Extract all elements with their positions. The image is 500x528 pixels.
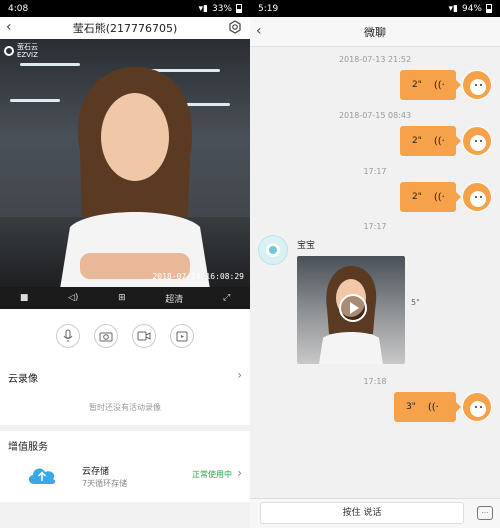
- ceiling-light: [10, 99, 60, 102]
- voice-message[interactable]: 3" ((·: [394, 392, 461, 422]
- voice-wave-icon: ((·: [427, 401, 439, 413]
- volume-icon[interactable]: ◁): [68, 293, 78, 303]
- voice-duration: 3": [406, 402, 416, 412]
- voice-wave-icon: ((·: [433, 191, 445, 203]
- empty-recording-note: 暂时还没有活动录像: [89, 403, 161, 412]
- service-subtitle: 7天循环存储: [82, 479, 128, 488]
- live-video-feed[interactable]: 萤石云 EZVIZ 2018-07-14 16:08:29: [0, 39, 250, 287]
- camera-icon[interactable]: [94, 324, 118, 348]
- value-added-title: 增值服务: [8, 442, 48, 453]
- status-time: 5:19: [258, 3, 279, 14]
- page-title: 莹石熊(217776705): [72, 22, 178, 35]
- message-timestamp: 2018-07-15 08:43: [338, 111, 412, 120]
- message-timestamp: 2018-07-13 21:52: [338, 55, 412, 64]
- voice-wave-icon: ((·: [433, 79, 445, 91]
- brand-en: EZVIZ: [17, 51, 38, 59]
- page-title: 微聊: [364, 25, 386, 39]
- video-timestamp: 2018-07-14 16:08:29: [152, 272, 244, 281]
- video-message[interactable]: [297, 256, 405, 364]
- my-avatar[interactable]: [462, 126, 492, 156]
- battery-percent: 94%: [461, 3, 482, 14]
- cloud-storage-service[interactable]: 云存储 7天循环存储 正常使用中 ›: [0, 462, 250, 492]
- video-length: 5": [411, 298, 420, 307]
- back-arrow-icon[interactable]: ‹: [6, 19, 12, 35]
- person-figure: [60, 67, 210, 287]
- divider: [0, 425, 250, 431]
- fullscreen-icon[interactable]: ⤢: [223, 293, 230, 303]
- battery-icon: [486, 4, 492, 13]
- action-buttons: [0, 324, 250, 348]
- chevron-right-icon[interactable]: ›: [237, 466, 242, 480]
- voice-message[interactable]: 2" ((·: [400, 70, 461, 100]
- video-controls: ■ ◁) ⊞ 超清 ⤢: [0, 287, 250, 309]
- battery-icon: [236, 4, 242, 13]
- input-bar: 按住 说话 ···: [250, 498, 500, 528]
- grid-icon[interactable]: ⊞: [118, 293, 126, 303]
- voice-duration: 2": [412, 192, 422, 202]
- video-icon[interactable]: [132, 324, 156, 348]
- my-avatar[interactable]: [462, 392, 492, 422]
- voice-message[interactable]: 2" ((·: [400, 182, 461, 212]
- signal-icon: ▾▮: [198, 3, 208, 14]
- signal-icon: ▾▮: [448, 3, 458, 14]
- title-bar: ‹ 微聊: [250, 17, 500, 47]
- message-timestamp: 17:17: [363, 222, 387, 231]
- message-timestamp: 17:18: [363, 377, 387, 386]
- status-time: 4:08: [8, 3, 29, 14]
- chevron-right-icon[interactable]: ›: [237, 368, 242, 382]
- title-bar: ‹ 莹石熊(217776705): [0, 17, 250, 39]
- camera-live-screen: 4:08 ▾▮ 33% ‹ 莹石熊(217776705) 萤石云 EZVIZ 2…: [0, 0, 250, 528]
- message-timestamp: 17:17: [363, 167, 387, 176]
- quality-button[interactable]: 超清: [165, 292, 183, 305]
- voice-duration: 2": [412, 80, 422, 90]
- my-avatar[interactable]: [462, 182, 492, 212]
- gear-icon[interactable]: [228, 20, 242, 34]
- status-bar: 4:08 ▾▮ 33%: [0, 0, 250, 17]
- microphone-icon[interactable]: [56, 324, 80, 348]
- voice-duration: 2": [412, 136, 422, 146]
- status-bar: 5:19 ▾▮ 94%: [250, 0, 500, 17]
- keyboard-icon[interactable]: ···: [477, 506, 493, 520]
- playback-icon[interactable]: [170, 324, 194, 348]
- service-name: 云存储: [82, 467, 110, 477]
- voice-message[interactable]: 2" ((·: [400, 126, 461, 156]
- hold-to-talk-button[interactable]: 按住 说话: [260, 502, 464, 524]
- voice-wave-icon: ((·: [433, 135, 445, 147]
- stop-icon[interactable]: ■: [20, 293, 29, 303]
- play-icon[interactable]: [339, 294, 367, 322]
- cloud-upload-icon: [28, 468, 56, 484]
- bottom-fill: [0, 502, 250, 528]
- battery-percent: 33%: [211, 3, 232, 14]
- my-avatar[interactable]: [462, 70, 492, 100]
- brand-cn: 萤石云: [17, 43, 38, 51]
- back-arrow-icon[interactable]: ‹: [256, 23, 262, 39]
- ezviz-logo: 萤石云 EZVIZ: [4, 43, 38, 59]
- chat-screen: 5:19 ▾▮ 94% ‹ 微聊 2018-07-13 21:52 2" ((·…: [250, 0, 500, 528]
- device-avatar[interactable]: [258, 235, 288, 265]
- service-status: 正常使用中: [192, 470, 232, 479]
- cloud-recording-title: 云录像: [8, 374, 38, 385]
- sender-name: 宝宝: [297, 241, 316, 251]
